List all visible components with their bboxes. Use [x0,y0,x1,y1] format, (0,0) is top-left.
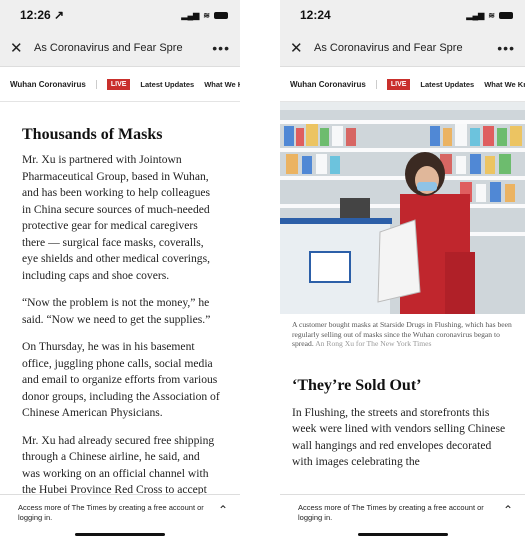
page-title: As Coronavirus and Fear Spre [314,42,463,54]
article-body: Thousands of Masks Mr. Xu is partnered w… [0,102,240,499]
battery-icon [499,11,513,19]
status-icons: ▂▄▆ ≋ [466,11,513,20]
section-nav: Wuhan Coronavirus LIVE Latest Updates Wh… [0,67,240,102]
article-body: ‘They’re Sold Out’ In Flushing, the stre… [280,349,525,471]
article-paragraph: Mr. Xu had already secured free shipping… [22,433,215,497]
status-icons: ▂▄▆ ≋ [181,11,228,20]
login-prompt-text[interactable]: Access more of The Times by creating a f… [298,503,503,523]
pharmacy-photo-illustration [280,102,525,314]
wifi-icon: ≋ [203,10,210,20]
wifi-icon: ≋ [488,10,495,20]
live-badge[interactable]: LIVE [106,78,131,90]
right-phone-screen: 12:24 ▂▄▆ ≋ ✕ As Coronavirus and Fear Sp… [280,0,525,540]
live-badge[interactable]: LIVE [386,78,411,90]
login-prompt-text[interactable]: Access more of The Times by creating a f… [18,503,218,523]
photo-credit: An Rong Xu for The New York Times [315,339,432,349]
home-indicator[interactable] [75,533,165,536]
article-paragraph: “Now the problem is not the money,” he s… [22,296,211,326]
signal-icon: ▂▄▆ [181,10,200,20]
signal-icon: ▂▄▆ [466,10,485,20]
section-heading: ‘They’re Sold Out’ [292,376,422,394]
section-label[interactable]: Wuhan Coronavirus [290,79,377,89]
battery-icon [214,11,228,19]
section-nav: Wuhan Coronavirus LIVE Latest Updates Wh… [280,67,525,102]
home-indicator[interactable] [357,533,448,536]
latest-updates-link[interactable]: Latest Updates [140,80,194,89]
left-phone-screen: 12:26 ↗ ▂▄▆ ≋ ✕ As Coronavirus and Fear … [0,0,240,540]
page-title: As Coronavirus and Fear Spre [34,42,183,54]
what-we-know-link[interactable]: What We Know [484,80,525,89]
more-options-icon[interactable]: ••• [497,40,515,56]
chevron-up-icon[interactable]: ⌃ [503,504,513,516]
what-we-know-link[interactable]: What We Know [204,80,240,89]
latest-updates-link[interactable]: Latest Updates [420,80,474,89]
chevron-up-icon[interactable]: ⌃ [218,504,228,516]
browser-toolbar: ✕ As Coronavirus and Fear Spre ••• [0,30,240,67]
status-time: 12:24 [300,8,331,22]
login-prompt-bar[interactable]: Access more of The Times by creating a f… [0,494,240,540]
section-label[interactable]: Wuhan Coronavirus [10,79,97,89]
status-bar: 12:24 ▂▄▆ ≋ [280,0,525,30]
login-prompt-bar[interactable]: Access more of The Times by creating a f… [280,494,525,540]
article-photo [280,102,525,314]
close-icon[interactable]: ✕ [290,39,304,57]
section-heading: Thousands of Masks [22,126,163,143]
more-options-icon[interactable]: ••• [212,40,230,56]
article-paragraph: Mr. Xu is partnered with Jointown Pharma… [22,153,211,282]
close-icon[interactable]: ✕ [10,39,24,57]
article-paragraph: On Thursday, he was in his basement offi… [22,340,220,419]
browser-toolbar: ✕ As Coronavirus and Fear Spre ••• [280,30,525,67]
status-bar: 12:26 ↗ ▂▄▆ ≋ [0,0,240,30]
status-time: 12:26 ↗ [20,8,65,22]
photo-caption: A customer bought masks at Starside Drug… [280,314,525,349]
article-paragraph: In Flushing, the streets and storefronts… [292,405,506,469]
